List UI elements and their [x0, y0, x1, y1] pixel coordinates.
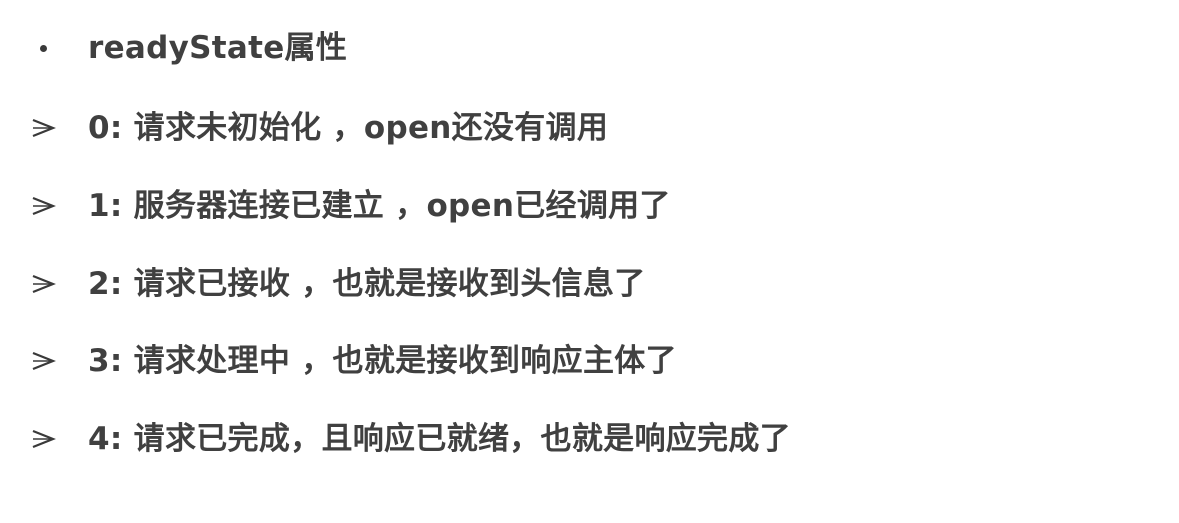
dot-bullet-icon	[26, 18, 60, 78]
list-item-text: 2: 请求已接收 ，也就是接收到头信息了	[88, 266, 646, 302]
list-item-text: 4: 请求已完成，且响应已就绪，也就是响应完成了	[88, 421, 791, 457]
list-item-text: 1: 服务器连接已建立 ，open已经调用了	[88, 188, 671, 224]
arrow-bullet-icon	[26, 98, 60, 158]
slide: readyState属性 0: 请求未初始化 ，open还没有调用 1: 服务器…	[0, 0, 1179, 523]
arrow-bullet-icon	[26, 176, 60, 236]
list-item-text: 3: 请求处理中 ，也就是接收到响应主体了	[88, 343, 677, 379]
arrow-bullet-icon	[26, 254, 60, 314]
arrow-bullet-icon	[26, 331, 60, 391]
arrow-bullet-icon	[26, 409, 60, 469]
list-item-text: 0: 请求未初始化 ，open还没有调用	[88, 110, 609, 146]
heading-text: readyState属性	[88, 30, 348, 66]
